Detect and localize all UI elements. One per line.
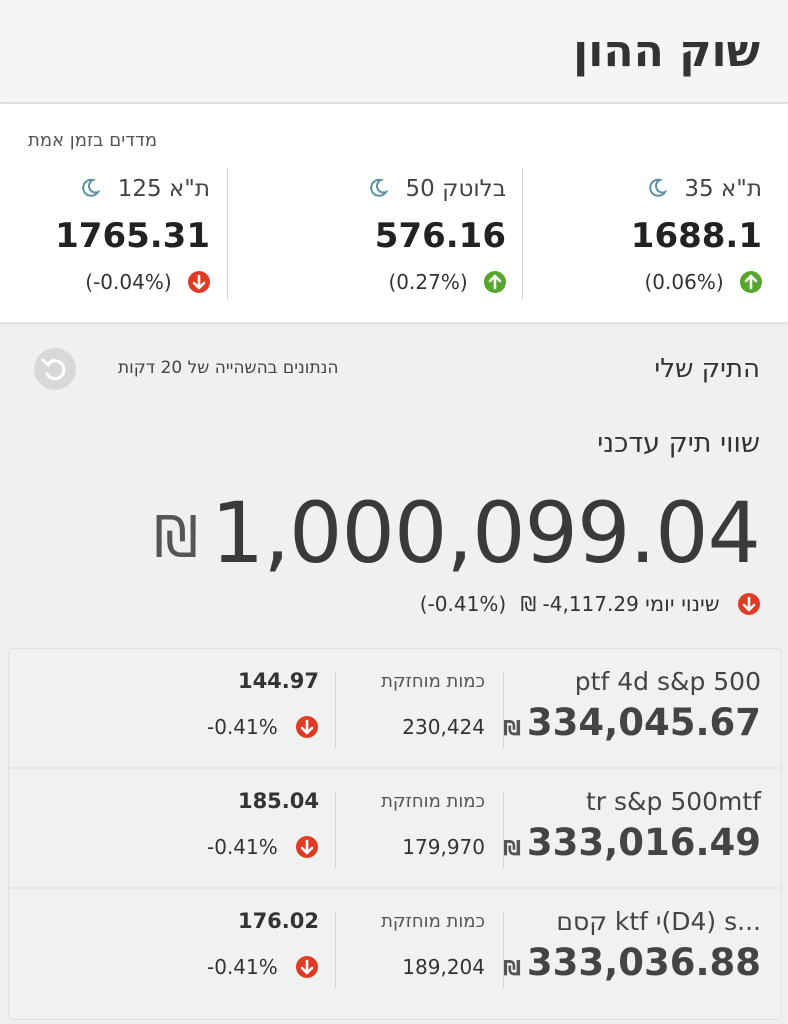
arrow-down-icon xyxy=(738,593,760,615)
divider xyxy=(503,673,504,749)
divider xyxy=(503,913,504,989)
arrow-up-icon xyxy=(740,271,762,293)
currency-symbol: ₪ xyxy=(502,836,521,860)
holding-value: ₪ 334,045.67 xyxy=(503,701,761,744)
arrow-down-icon xyxy=(188,271,210,293)
index-name-row: ת"א 35 xyxy=(647,176,762,202)
currency-symbol: ₪ xyxy=(502,716,521,740)
holding-change: -0.41% xyxy=(207,835,319,859)
index-item[interactable]: ת"א 125 1765.31 (-0.04%) xyxy=(0,166,230,304)
index-change: (-0.04%) xyxy=(85,270,210,294)
qty-value: 179,970 xyxy=(402,835,485,859)
holding-row[interactable]: tr s&p 500mtf ₪ 333,016.49 כמות מוחזקת 17… xyxy=(9,769,781,889)
currency-symbol: ₪ xyxy=(153,505,198,570)
holdings-list: ptf 4d s&p 500 ₪ 334,045.67 כמות מוחזקת 2… xyxy=(8,648,782,1020)
holding-value-amount: 334,045.67 xyxy=(526,701,761,744)
index-change-pct: (0.06%) xyxy=(644,270,724,294)
arrow-up-icon xyxy=(484,271,506,293)
delay-note: הנתונים בהשהייה של 20 דקות xyxy=(118,358,339,378)
daily-change: (-0.41%) ₪ -4,117.29 שינוי יומי xyxy=(420,592,760,616)
unit-price: 144.97 xyxy=(237,669,319,693)
index-item[interactable]: בלוטק 50 576.16 (0.27%) xyxy=(266,166,526,304)
holding-value-amount: 333,036.88 xyxy=(526,941,761,984)
realtime-indices-card: מדדים בזמן אמת ת"א 35 1688.1 (0.06%) בלו… xyxy=(0,104,788,322)
refresh-icon xyxy=(41,358,66,381)
holding-value: ₪ 333,016.49 xyxy=(503,821,761,864)
qty-label: כמות מוחזקת xyxy=(381,911,485,932)
divider xyxy=(503,793,504,869)
moon-icon xyxy=(80,178,101,198)
moon-icon xyxy=(368,178,389,198)
index-change: (0.27%) xyxy=(388,270,506,294)
holding-name: קסם ktf י(D4) s... xyxy=(556,907,761,936)
index-change-pct: (-0.04%) xyxy=(85,270,172,294)
currency-symbol: ₪ xyxy=(502,956,521,980)
holding-value: ₪ 333,036.88 xyxy=(503,941,761,984)
index-name: בלוטק 50 xyxy=(405,176,506,202)
index-value: 576.16 xyxy=(374,216,506,256)
index-value: 1688.1 xyxy=(630,216,762,256)
qty-label: כמות מוחזקת xyxy=(381,671,485,692)
index-change: (0.06%) xyxy=(644,270,762,294)
unit-price: 176.02 xyxy=(237,909,319,933)
index-change-pct: (0.27%) xyxy=(388,270,468,294)
qty-value: 230,424 xyxy=(402,715,485,739)
refresh-button[interactable] xyxy=(34,348,76,390)
holding-row[interactable]: קסם ktf י(D4) s... ₪ 333,036.88 כמות מוחז… xyxy=(9,889,781,1007)
unit-price: 185.04 xyxy=(237,789,319,813)
daily-change-label: שינוי יומי xyxy=(645,592,720,616)
index-name: ת"א 125 xyxy=(117,176,210,202)
index-name-row: בלוטק 50 xyxy=(368,176,506,202)
divider xyxy=(335,673,336,749)
portfolio-total-amount: 1,000,099.04 xyxy=(210,484,761,582)
moon-icon xyxy=(647,178,668,198)
holding-row[interactable]: ptf 4d s&p 500 ₪ 334,045.67 כמות מוחזקת 2… xyxy=(9,649,781,769)
index-item[interactable]: ת"א 35 1688.1 (0.06%) xyxy=(522,166,782,304)
holding-change-pct: -0.41% xyxy=(207,955,278,979)
arrow-down-icon xyxy=(296,836,319,858)
portfolio-total-value: ₪ 1,000,099.04 xyxy=(153,484,761,582)
divider xyxy=(335,913,336,989)
app-header: שוק ההון xyxy=(0,0,788,103)
holding-name: tr s&p 500mtf xyxy=(585,787,761,816)
indices-title: מדדים בזמן אמת xyxy=(28,130,158,151)
index-value: 1765.31 xyxy=(55,216,210,256)
index-name: ת"א 35 xyxy=(684,176,762,202)
holding-change: -0.41% xyxy=(207,955,319,979)
daily-change-pct: (-0.41%) xyxy=(419,592,507,616)
page-title: שוק ההון xyxy=(573,26,760,77)
holding-change: -0.41% xyxy=(207,715,319,739)
daily-change-amount: -4,117.29 xyxy=(542,592,639,616)
holding-name: ptf 4d s&p 500 xyxy=(574,667,761,696)
arrow-down-icon xyxy=(296,716,319,738)
portfolio-title: התיק שלי xyxy=(654,354,760,384)
holding-value-amount: 333,016.49 xyxy=(526,821,761,864)
holding-change-pct: -0.41% xyxy=(207,835,278,859)
arrow-down-icon xyxy=(296,956,319,978)
index-name-row: ת"א 125 xyxy=(80,176,210,202)
qty-label: כמות מוחזקת xyxy=(381,791,485,812)
qty-value: 189,204 xyxy=(402,955,485,979)
holding-change-pct: -0.41% xyxy=(207,715,278,739)
daily-currency: ₪ xyxy=(520,592,537,616)
divider xyxy=(335,793,336,869)
current-value-label: שווי תיק עדכני xyxy=(597,428,760,459)
